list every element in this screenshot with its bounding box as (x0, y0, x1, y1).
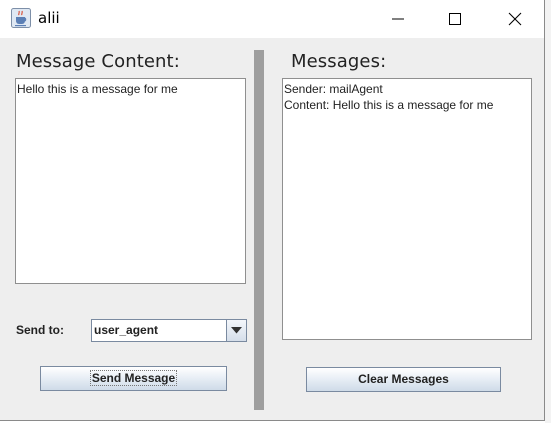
java-cup-icon (11, 8, 31, 28)
window-title: alii (38, 9, 60, 27)
messages-textarea[interactable]: Sender: mailAgent Content: Hello this is… (282, 78, 532, 340)
minimize-icon (392, 18, 404, 20)
close-icon (508, 12, 522, 26)
maximize-button[interactable] (432, 0, 478, 38)
app-window: alii Message Content: Hello this is a me… (0, 0, 545, 421)
message-line: Content: Hello this is a message for me (284, 98, 494, 112)
split-pane-divider[interactable] (254, 50, 264, 410)
recipient-dropdown[interactable]: user_agent (91, 319, 247, 342)
maximize-icon (449, 13, 461, 25)
send-message-button[interactable]: Send Message (40, 366, 227, 391)
message-content-heading: Message Content: (16, 51, 180, 72)
message-content-text: Hello this is a message for me (17, 82, 178, 96)
clear-messages-button[interactable]: Clear Messages (306, 367, 501, 392)
message-line: Sender: mailAgent (284, 82, 383, 96)
messages-heading: Messages: (291, 51, 387, 72)
recipient-selected-value: user_agent (94, 323, 159, 337)
close-button[interactable] (492, 0, 538, 38)
chevron-down-icon (231, 327, 242, 334)
dropdown-arrow-button[interactable] (226, 320, 246, 341)
title-bar[interactable]: alii (0, 0, 544, 38)
minimize-button[interactable] (375, 0, 421, 38)
send-to-label: Send to: (16, 323, 64, 337)
message-content-textarea[interactable]: Hello this is a message for me (15, 78, 246, 284)
send-message-label: Send Message (89, 370, 178, 386)
clear-messages-label: Clear Messages (358, 372, 449, 386)
desktop-window-edge-right (545, 0, 551, 423)
